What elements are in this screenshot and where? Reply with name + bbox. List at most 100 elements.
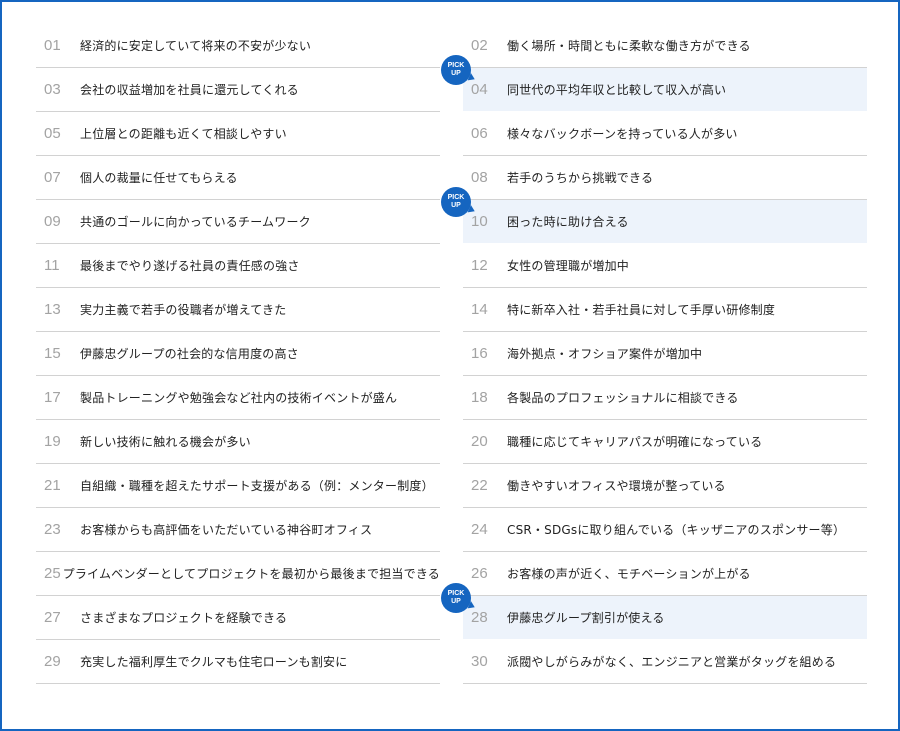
list-item: 21 自組織・職種を超えたサポート支援がある（例：メンター制度） [36,464,440,508]
list-item: 16 海外拠点・オフショア案件が増加中 [463,332,867,376]
list-item: 26 お客様の声が近く、モチベーションが上がる [463,552,867,596]
pickup-badge: PICK UP [441,187,471,217]
item-text: 同世代の平均年収と比較して収入が高い [507,83,727,97]
item-text: 働く場所・時間ともに柔軟な働き方ができる [507,39,751,53]
list-item: 27 さまざまなプロジェクトを経験できる [36,596,440,640]
list-frame: 01 経済的に安定していて将来の不安が少ない 03 会社の収益増加を社員に還元してく… [0,0,900,731]
item-number: 11 [44,257,60,274]
item-number: 24 [471,521,488,538]
list-item: 23 お客様からも高評価をいただいている神谷町オフィス [36,508,440,552]
pickup-badge-line1: PICK [447,194,465,201]
pickup-badge: PICK UP [441,55,471,85]
item-number: 03 [44,81,61,98]
item-number: 21 [44,477,61,494]
item-text: 困った時に助け合える [507,215,629,229]
list-item: 05 上位層との距離も近くて相談しやすい [36,112,440,156]
item-number: 30 [471,653,488,670]
item-text: 個人の裁量に任せてもらえる [80,171,238,185]
item-text: 海外拠点・オフショア案件が増加中 [507,347,703,361]
item-text: 各製品のプロフェッショナルに相談できる [507,391,739,405]
list-item: 30 派閥やしがらみがなく、エンジニアと営業がタッグを組める [463,640,867,684]
item-text: お客様からも高評価をいただいている神谷町オフィス [80,523,373,537]
list-item: 02 働く場所・時間ともに柔軟な働き方ができる [463,24,867,68]
item-number: 25 [44,565,61,582]
item-number: 26 [471,565,488,582]
item-text: 新しい技術に触れる機会が多い [80,435,251,449]
item-number: 09 [44,213,61,230]
list-item: 20 職種に応じてキャリアパスが明確になっている [463,420,867,464]
pickup-badge-line1: PICK [447,590,465,597]
item-text: プライムベンダーとしてプロジェクトを最初から最後まで担当できる [62,567,440,581]
list-item-pickup: PICK UP 10 困った時に助け合える [441,187,867,244]
item-text: 最後までやり遂げる社員の責任感の強さ [80,259,300,273]
item-number: 12 [471,257,488,274]
item-text: 実力主義で若手の役職者が増えてきた [80,303,287,317]
item-number: 01 [44,37,61,54]
item-text: 伊藤忠グループ割引が使える [507,611,665,625]
list-item: 06 様々なバックボーンを持っている人が多い [463,112,867,156]
item-number: 14 [471,301,488,318]
pickup-badge-line2: UP [451,598,461,605]
item-number: 08 [471,169,488,186]
item-text: 女性の管理職が増加中 [507,259,630,273]
list-item: 03 会社の収益増加を社員に還元してくれる [36,68,440,112]
list-item: 11 最後までやり遂げる社員の責任感の強さ [36,244,440,288]
list-item: 07 個人の裁量に任せてもらえる [36,156,440,200]
list-item-pickup: PICK UP 04 同世代の平均年収と比較して収入が高い [441,55,867,112]
item-number: 29 [44,653,61,670]
item-number: 28 [471,609,488,626]
list-item: 17 製品トレーニングや勉強会など社内の技術イベントが盛ん [36,376,440,420]
list-item: 22 働きやすいオフィスや環境が整っている [463,464,867,508]
item-text: 経済的に安定していて将来の不安が少ない [80,39,312,53]
list-item-pickup: PICK UP 28 伊藤忠グループ割引が使える [441,583,867,640]
pickup-badge: PICK UP [441,583,471,613]
item-number: 16 [471,345,488,362]
item-text: 特に新卒入社・若手社員に対して手厚い研修制度 [507,303,776,317]
item-number: 15 [44,345,61,362]
list-item: 29 充実した福利厚生でクルマも住宅ローンも割安に [36,640,440,684]
item-number: 23 [44,521,61,538]
item-text: 様々なバックボーンを持っている人が多い [507,127,738,141]
item-text: 派閥やしがらみがなく、エンジニアと営業がタッグを組める [507,655,837,669]
list-item: 25 プライムベンダーとしてプロジェクトを最初から最後まで担当できる [36,552,440,596]
item-text: CSR・SDGsに取り組んでいる（キッザニアのスポンサー等） [507,523,846,537]
item-text: さまざまなプロジェクトを経験できる [80,611,288,625]
pickup-badge-line1: PICK [447,62,465,69]
list-item: 18 各製品のプロフェッショナルに相談できる [463,376,867,420]
item-number: 19 [44,433,61,450]
list-item: 08 若手のうちから挑戦できる [463,156,867,200]
pickup-badge-line2: UP [451,70,461,77]
item-number: 02 [471,37,488,54]
item-text: 若手のうちから挑戦できる [507,171,654,185]
item-number: 27 [44,609,61,626]
right-column: 02 働く場所・時間ともに柔軟な働き方ができる PICK UP 04 同世代の平均年収… [441,24,867,684]
item-text: 職種に応じてキャリアパスが明確になっている [507,435,763,449]
item-text: 会社の収益増加を社員に還元してくれる [80,83,299,97]
list-item: 01 経済的に安定していて将来の不安が少ない [36,24,440,68]
left-column: 01 経済的に安定していて将来の不安が少ない 03 会社の収益増加を社員に還元してく… [36,24,440,684]
item-number: 22 [471,477,488,494]
item-text: 伊藤忠グループの社会的な信用度の高さ [80,347,299,361]
item-text: 上位層との距離も近くて相談しやすい [80,127,287,141]
item-text: お客様の声が近く、モチベーションが上がる [507,567,751,581]
item-text: 働きやすいオフィスや環境が整っている [507,479,726,493]
list-item: 24 CSR・SDGsに取り組んでいる（キッザニアのスポンサー等） [463,508,867,552]
list-item: 12 女性の管理職が増加中 [463,244,867,288]
item-number: 18 [471,389,488,406]
item-number: 05 [44,125,61,142]
item-number: 20 [471,433,488,450]
item-text: 共通のゴールに向かっているチームワーク [80,215,311,229]
item-number: 17 [44,389,61,406]
item-text: 充実した福利厚生でクルマも住宅ローンも割安に [80,655,348,669]
list-item: 09 共通のゴールに向かっているチームワーク [36,200,440,244]
list-item: 13 実力主義で若手の役職者が増えてきた [36,288,440,332]
pickup-badge-line2: UP [451,202,461,209]
item-number: 13 [44,301,61,318]
item-text: 自組織・職種を超えたサポート支援がある（例：メンター制度） [80,479,434,493]
item-number: 04 [471,81,488,98]
list-item: 15 伊藤忠グループの社会的な信用度の高さ [36,332,440,376]
list-item: 19 新しい技術に触れる機会が多い [36,420,440,464]
item-number: 10 [471,213,488,230]
item-number: 07 [44,169,61,186]
item-number: 06 [471,125,488,142]
